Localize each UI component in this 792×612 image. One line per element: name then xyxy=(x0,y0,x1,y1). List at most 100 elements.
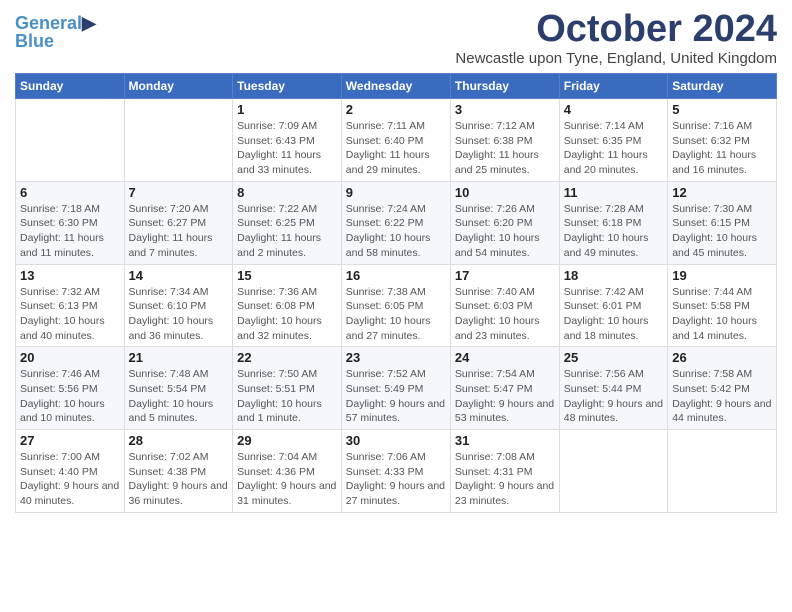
calendar-cell: 4 Sunrise: 7:14 AM Sunset: 6:35 PM Daylig… xyxy=(559,99,667,182)
weekday-header-wednesday: Wednesday xyxy=(341,74,450,99)
day-number: 8 xyxy=(237,185,337,200)
day-info: Sunrise: 7:14 AM Sunset: 6:35 PM Dayligh… xyxy=(564,119,663,178)
day-info: Sunrise: 7:48 AM Sunset: 5:54 PM Dayligh… xyxy=(129,367,229,426)
weekday-header-sunday: Sunday xyxy=(16,74,125,99)
calendar-cell: 29 Sunrise: 7:04 AM Sunset: 4:36 PM Dayli… xyxy=(233,430,342,513)
day-number: 12 xyxy=(672,185,772,200)
day-info: Sunrise: 7:52 AM Sunset: 5:49 PM Dayligh… xyxy=(346,367,446,426)
day-number: 11 xyxy=(564,185,663,200)
day-info: Sunrise: 7:58 AM Sunset: 5:42 PM Dayligh… xyxy=(672,367,772,426)
day-number: 2 xyxy=(346,102,446,117)
calendar-cell: 8Sunrise: 7:22 AM Sunset: 6:25 PM Daylig… xyxy=(233,181,342,264)
day-number: 13 xyxy=(20,268,120,283)
logo: General▶ Blue xyxy=(15,14,96,50)
day-info: Sunrise: 7:36 AM Sunset: 6:08 PM Dayligh… xyxy=(237,285,337,344)
day-info: Sunrise: 7:08 AM Sunset: 4:31 PM Dayligh… xyxy=(455,450,555,509)
calendar-cell xyxy=(124,99,233,182)
day-info: Sunrise: 7:46 AM Sunset: 5:56 PM Dayligh… xyxy=(20,367,120,426)
calendar-cell: 12 Sunrise: 7:30 AM Sunset: 6:15 PM Dayli… xyxy=(668,181,777,264)
day-info: Sunrise: 7:24 AM Sunset: 6:22 PM Dayligh… xyxy=(346,202,446,261)
day-number: 25 xyxy=(564,350,663,365)
day-info: Sunrise: 7:32 AM Sunset: 6:13 PM Dayligh… xyxy=(20,285,120,344)
day-number: 6 xyxy=(20,185,120,200)
calendar-cell: 13 Sunrise: 7:32 AM Sunset: 6:13 PM Dayli… xyxy=(16,264,125,347)
month-title: October 2024 xyxy=(455,10,777,48)
calendar-cell: 20 Sunrise: 7:46 AM Sunset: 5:56 PM Dayli… xyxy=(16,347,125,430)
calendar-cell xyxy=(559,430,667,513)
calendar-cell: 23 Sunrise: 7:52 AM Sunset: 5:49 PM Dayli… xyxy=(341,347,450,430)
calendar-cell: 9 Sunrise: 7:24 AM Sunset: 6:22 PM Daylig… xyxy=(341,181,450,264)
calendar-cell: 2 Sunrise: 7:11 AM Sunset: 6:40 PM Daylig… xyxy=(341,99,450,182)
day-info: Sunrise: 7:04 AM Sunset: 4:36 PM Dayligh… xyxy=(237,450,337,509)
day-number: 21 xyxy=(129,350,229,365)
day-info: Sunrise: 7:12 AM Sunset: 6:38 PM Dayligh… xyxy=(455,119,555,178)
day-number: 16 xyxy=(346,268,446,283)
day-number: 28 xyxy=(129,433,229,448)
calendar-week-3: 13 Sunrise: 7:32 AM Sunset: 6:13 PM Dayli… xyxy=(16,264,777,347)
day-number: 27 xyxy=(20,433,120,448)
day-info: Sunrise: 7:42 AM Sunset: 6:01 PM Dayligh… xyxy=(564,285,663,344)
day-info: Sunrise: 7:20 AM Sunset: 6:27 PM Dayligh… xyxy=(129,202,229,261)
day-number: 14 xyxy=(129,268,229,283)
day-info: Sunrise: 7:00 AM Sunset: 4:40 PM Dayligh… xyxy=(20,450,120,509)
day-info: Sunrise: 7:16 AM Sunset: 6:32 PM Dayligh… xyxy=(672,119,772,178)
calendar-cell: 15 Sunrise: 7:36 AM Sunset: 6:08 PM Dayli… xyxy=(233,264,342,347)
day-number: 5 xyxy=(672,102,772,117)
day-info: Sunrise: 7:18 AM Sunset: 6:30 PM Dayligh… xyxy=(20,202,120,261)
calendar-cell: 16 Sunrise: 7:38 AM Sunset: 6:05 PM Dayli… xyxy=(341,264,450,347)
calendar-cell: 24 Sunrise: 7:54 AM Sunset: 5:47 PM Dayli… xyxy=(450,347,559,430)
day-number: 15 xyxy=(237,268,337,283)
calendar-week-2: 6 Sunrise: 7:18 AM Sunset: 6:30 PM Daylig… xyxy=(16,181,777,264)
day-info: Sunrise: 7:06 AM Sunset: 4:33 PM Dayligh… xyxy=(346,450,446,509)
day-number: 4 xyxy=(564,102,663,117)
day-info: Sunrise: 7:11 AM Sunset: 6:40 PM Dayligh… xyxy=(346,119,446,178)
day-number: 23 xyxy=(346,350,446,365)
day-number: 20 xyxy=(20,350,120,365)
weekday-header-tuesday: Tuesday xyxy=(233,74,342,99)
weekday-header-monday: Monday xyxy=(124,74,233,99)
calendar-cell: 30 Sunrise: 7:06 AM Sunset: 4:33 PM Dayli… xyxy=(341,430,450,513)
day-info: Sunrise: 7:38 AM Sunset: 6:05 PM Dayligh… xyxy=(346,285,446,344)
weekday-header-friday: Friday xyxy=(559,74,667,99)
calendar-cell xyxy=(668,430,777,513)
day-info: Sunrise: 7:28 AM Sunset: 6:18 PM Dayligh… xyxy=(564,202,663,261)
calendar-cell: 6 Sunrise: 7:18 AM Sunset: 6:30 PM Daylig… xyxy=(16,181,125,264)
calendar-cell xyxy=(16,99,125,182)
day-info: Sunrise: 7:02 AM Sunset: 4:38 PM Dayligh… xyxy=(129,450,229,509)
logo-text: General▶ xyxy=(15,14,96,32)
day-info: Sunrise: 7:50 AM Sunset: 5:51 PM Dayligh… xyxy=(237,367,337,426)
calendar-cell: 31 Sunrise: 7:08 AM Sunset: 4:31 PM Dayli… xyxy=(450,430,559,513)
day-number: 31 xyxy=(455,433,555,448)
day-number: 3 xyxy=(455,102,555,117)
weekday-header-saturday: Saturday xyxy=(668,74,777,99)
day-info: Sunrise: 7:09 AM Sunset: 6:43 PM Dayligh… xyxy=(237,119,337,178)
day-info: Sunrise: 7:40 AM Sunset: 6:03 PM Dayligh… xyxy=(455,285,555,344)
calendar-week-5: 27 Sunrise: 7:00 AM Sunset: 4:40 PM Dayli… xyxy=(16,430,777,513)
day-number: 1 xyxy=(237,102,337,117)
calendar-cell: 18 Sunrise: 7:42 AM Sunset: 6:01 PM Dayli… xyxy=(559,264,667,347)
calendar-cell: 11 Sunrise: 7:28 AM Sunset: 6:18 PM Dayli… xyxy=(559,181,667,264)
day-info: Sunrise: 7:54 AM Sunset: 5:47 PM Dayligh… xyxy=(455,367,555,426)
day-number: 19 xyxy=(672,268,772,283)
calendar-cell: 26 Sunrise: 7:58 AM Sunset: 5:42 PM Dayli… xyxy=(668,347,777,430)
day-number: 26 xyxy=(672,350,772,365)
calendar-cell: 17Sunrise: 7:40 AM Sunset: 6:03 PM Dayli… xyxy=(450,264,559,347)
day-info: Sunrise: 7:30 AM Sunset: 6:15 PM Dayligh… xyxy=(672,202,772,261)
weekday-header-thursday: Thursday xyxy=(450,74,559,99)
day-number: 24 xyxy=(455,350,555,365)
day-number: 30 xyxy=(346,433,446,448)
calendar-cell: 5 Sunrise: 7:16 AM Sunset: 6:32 PM Daylig… xyxy=(668,99,777,182)
day-info: Sunrise: 7:26 AM Sunset: 6:20 PM Dayligh… xyxy=(455,202,555,261)
day-info: Sunrise: 7:34 AM Sunset: 6:10 PM Dayligh… xyxy=(129,285,229,344)
calendar-week-1: 1 Sunrise: 7:09 AM Sunset: 6:43 PM Daylig… xyxy=(16,99,777,182)
header: General▶ Blue October 2024 Newcastle upo… xyxy=(15,10,777,67)
calendar-week-4: 20 Sunrise: 7:46 AM Sunset: 5:56 PM Dayli… xyxy=(16,347,777,430)
location-subtitle: Newcastle upon Tyne, England, United Kin… xyxy=(455,50,777,67)
calendar-cell: 28 Sunrise: 7:02 AM Sunset: 4:38 PM Dayli… xyxy=(124,430,233,513)
calendar-cell: 7Sunrise: 7:20 AM Sunset: 6:27 PM Daylig… xyxy=(124,181,233,264)
day-number: 29 xyxy=(237,433,337,448)
logo-subtext: Blue xyxy=(15,32,54,50)
day-number: 18 xyxy=(564,268,663,283)
calendar-cell: 19Sunrise: 7:44 AM Sunset: 5:58 PM Dayli… xyxy=(668,264,777,347)
day-number: 9 xyxy=(346,185,446,200)
